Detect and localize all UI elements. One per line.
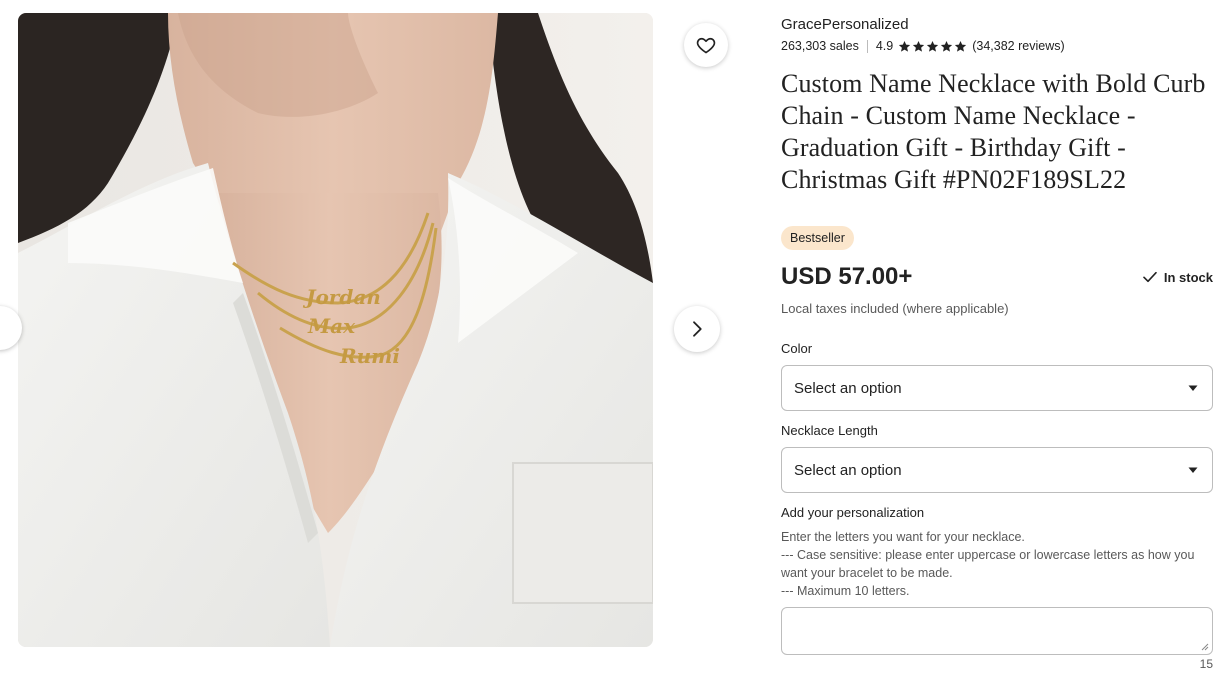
product-page: Jordan Max Rumi GracePersonalized 263,30… — [0, 0, 1223, 681]
star-icon — [899, 40, 911, 52]
necklace-name-3: Rumi — [339, 344, 400, 368]
price: USD 57.00+ — [781, 263, 913, 291]
resize-grip-icon[interactable] — [1201, 643, 1209, 651]
caret-down-icon — [1188, 385, 1198, 392]
color-select[interactable]: Select an option — [781, 365, 1213, 412]
necklace-name-1: Jordan — [302, 285, 381, 309]
color-label: Color — [781, 341, 813, 357]
listing-title: Custom Name Necklace with Bold Curb Chai… — [781, 69, 1206, 194]
chevron-right-icon — [693, 321, 702, 337]
star-icon — [913, 40, 925, 52]
reviews-link[interactable]: (34,382 reviews) — [972, 36, 1064, 56]
sales-count: 263,303 sales — [781, 39, 859, 53]
rating-stars — [898, 40, 968, 53]
check-icon — [1143, 272, 1157, 283]
heart-icon — [696, 37, 716, 54]
character-count: 15 — [1199, 657, 1213, 672]
favorite-button[interactable] — [684, 23, 728, 67]
personalization-label: Add your personalization — [781, 505, 925, 521]
star-icon — [955, 40, 967, 52]
next-image-button[interactable] — [674, 306, 720, 352]
necklace-length-label: Necklace Length — [781, 423, 878, 439]
color-select-value: Select an option — [794, 379, 902, 397]
listing-details: GracePersonalized 263,303 sales 4.9 (34,… — [781, 14, 1213, 672]
star-icon — [927, 40, 939, 52]
necklace-length-select-value: Select an option — [794, 461, 902, 479]
personalization-instructions: Enter the letters you want for your neck… — [781, 530, 1195, 599]
personalization-textarea[interactable] — [781, 607, 1213, 656]
stock-label: In stock — [1163, 269, 1213, 285]
stock-status: In stock — [1142, 269, 1213, 285]
price-row: USD 57.00+ In stock — [781, 260, 1213, 294]
rating-value: 4.9 — [875, 39, 894, 53]
shop-meta: 263,303 sales 4.9 (34,382 reviews) — [781, 36, 1213, 56]
necklace-length-select[interactable]: Select an option — [781, 447, 1213, 494]
shop-name-link[interactable]: GracePersonalized — [781, 14, 1213, 36]
tax-note: Local taxes included (where applicable) — [781, 301, 1009, 317]
caret-down-icon — [1188, 467, 1198, 474]
star-icon — [941, 40, 953, 52]
meta-divider — [866, 39, 868, 53]
product-photo-illustration: Jordan Max Rumi — [18, 13, 653, 647]
bestseller-badge: Bestseller — [781, 226, 854, 251]
product-image[interactable]: Jordan Max Rumi — [18, 13, 653, 647]
necklace-name-2: Max — [307, 314, 356, 338]
